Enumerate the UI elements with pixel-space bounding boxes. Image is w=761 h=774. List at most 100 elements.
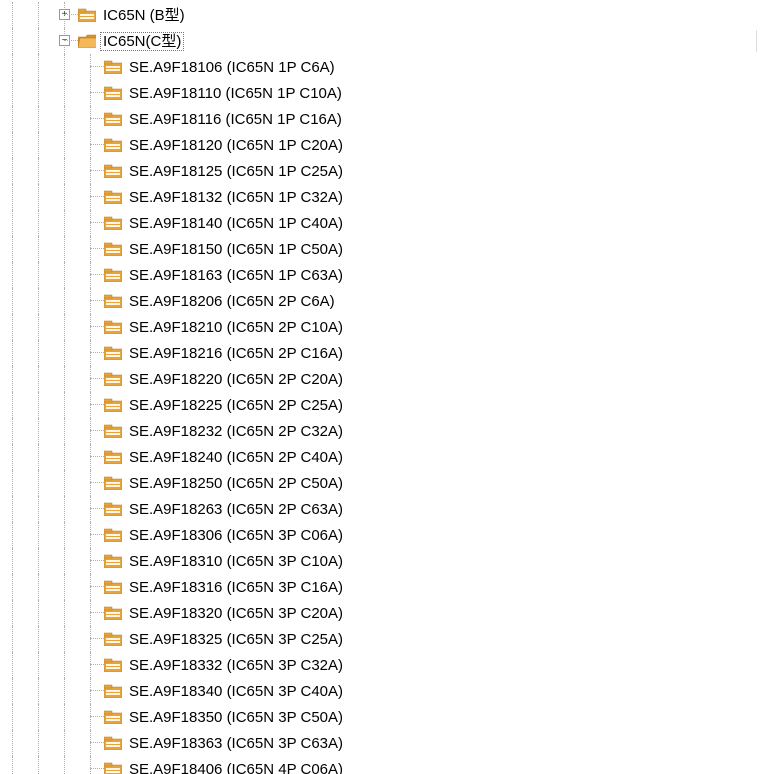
tree-connector	[0, 574, 26, 600]
folder-icon	[104, 216, 122, 230]
tree-node-label: SE.A9F18263 (IC65N 2P C63A)	[126, 500, 346, 519]
tree-connector	[78, 548, 104, 574]
folder-icon	[104, 476, 122, 490]
tree-node-item[interactable]: SE.A9F18240 (IC65N 2P C40A)	[0, 444, 761, 470]
tree-node-label: SE.A9F18116 (IC65N 1P C16A)	[126, 110, 345, 129]
expander-plus-icon[interactable]: +	[59, 9, 70, 20]
tree-connector	[0, 80, 26, 106]
tree-node-label: SE.A9F18216 (IC65N 2P C16A)	[126, 344, 346, 363]
tree-connector	[0, 2, 26, 28]
tree-connector	[26, 418, 52, 444]
tree-connector	[0, 236, 26, 262]
tree-connector	[52, 470, 78, 496]
tree-connector	[52, 522, 78, 548]
tree-connector	[52, 756, 78, 774]
tree-node-item[interactable]: SE.A9F18110 (IC65N 1P C10A)	[0, 80, 761, 106]
tree-connector	[26, 184, 52, 210]
tree-connector	[52, 548, 78, 574]
tree-connector	[52, 340, 78, 366]
tree-node-item[interactable]: SE.A9F18340 (IC65N 3P C40A)	[0, 678, 761, 704]
tree-node-item[interactable]: SE.A9F18210 (IC65N 2P C10A)	[0, 314, 761, 340]
tree-node-item[interactable]: SE.A9F18316 (IC65N 3P C16A)	[0, 574, 761, 600]
tree-node-label: SE.A9F18240 (IC65N 2P C40A)	[126, 448, 346, 467]
tree-connector	[78, 652, 104, 678]
tree-connector: −	[52, 28, 78, 54]
folder-icon	[104, 242, 122, 256]
tree-connector	[26, 340, 52, 366]
tree-node-label: SE.A9F18310 (IC65N 3P C10A)	[126, 552, 346, 571]
tree-connector	[78, 366, 104, 392]
tree-node-item[interactable]: SE.A9F18250 (IC65N 2P C50A)	[0, 470, 761, 496]
tree-node-item[interactable]: SE.A9F18140 (IC65N 1P C40A)	[0, 210, 761, 236]
tree-connector	[0, 470, 26, 496]
tree-node-item[interactable]: SE.A9F18320 (IC65N 3P C20A)	[0, 600, 761, 626]
folder-open-icon	[78, 34, 96, 48]
tree-node-item[interactable]: SE.A9F18406 (IC65N 4P C06A)	[0, 756, 761, 774]
tree-node-item[interactable]: SE.A9F18206 (IC65N 2P C6A)	[0, 288, 761, 314]
tree-node-item[interactable]: SE.A9F18225 (IC65N 2P C25A)	[0, 392, 761, 418]
tree-node-label: SE.A9F18363 (IC65N 3P C63A)	[126, 734, 346, 753]
folder-icon	[104, 398, 122, 412]
folder-icon	[104, 320, 122, 334]
tree-connector	[52, 366, 78, 392]
tree-node-label: SE.A9F18325 (IC65N 3P C25A)	[126, 630, 346, 649]
tree-node-c-type[interactable]: − IC65N(C型)	[0, 28, 761, 54]
tree-node-label: SE.A9F18106 (IC65N 1P C6A)	[126, 58, 338, 77]
expander-minus-icon[interactable]: −	[59, 35, 70, 46]
tree-node-item[interactable]: SE.A9F18310 (IC65N 3P C10A)	[0, 548, 761, 574]
tree-node-item[interactable]: SE.A9F18363 (IC65N 3P C63A)	[0, 730, 761, 756]
tree-node-label: SE.A9F18232 (IC65N 2P C32A)	[126, 422, 346, 441]
folder-icon	[104, 580, 122, 594]
tree-connector	[26, 392, 52, 418]
folder-icon	[104, 684, 122, 698]
tree-connector	[78, 132, 104, 158]
tree-connector	[0, 496, 26, 522]
tree-connector	[0, 652, 26, 678]
tree-node-item[interactable]: SE.A9F18120 (IC65N 1P C20A)	[0, 132, 761, 158]
tree-connector	[0, 730, 26, 756]
tree-connector	[26, 158, 52, 184]
tree-connector	[52, 600, 78, 626]
folder-icon	[104, 112, 122, 126]
folder-icon	[104, 294, 122, 308]
tree-connector	[0, 132, 26, 158]
tree-view[interactable]: + IC65N (B型) − IC65N(C型) SE.A9F18106 (IC	[0, 0, 761, 774]
tree-connector	[0, 626, 26, 652]
tree-node-item[interactable]: SE.A9F18332 (IC65N 3P C32A)	[0, 652, 761, 678]
tree-node-item[interactable]: SE.A9F18350 (IC65N 3P C50A)	[0, 704, 761, 730]
tree-connector	[26, 288, 52, 314]
tree-node-b-type[interactable]: + IC65N (B型)	[0, 2, 761, 28]
tree-node-item[interactable]: SE.A9F18220 (IC65N 2P C20A)	[0, 366, 761, 392]
tree-connector	[0, 106, 26, 132]
tree-node-item[interactable]: SE.A9F18132 (IC65N 1P C32A)	[0, 184, 761, 210]
folder-icon	[104, 372, 122, 386]
tree-connector	[0, 184, 26, 210]
tree-connector	[26, 470, 52, 496]
tree-connector	[78, 106, 104, 132]
tree-connector	[78, 54, 104, 80]
tree-node-item[interactable]: SE.A9F18163 (IC65N 1P C63A)	[0, 262, 761, 288]
tree-connector	[78, 522, 104, 548]
tree-connector	[26, 522, 52, 548]
tree-node-item[interactable]: SE.A9F18150 (IC65N 1P C50A)	[0, 236, 761, 262]
tree-connector	[26, 262, 52, 288]
tree-node-item[interactable]: SE.A9F18106 (IC65N 1P C6A)	[0, 54, 761, 80]
tree-connector	[52, 626, 78, 652]
tree-node-item[interactable]: SE.A9F18325 (IC65N 3P C25A)	[0, 626, 761, 652]
tree-node-label: SE.A9F18163 (IC65N 1P C63A)	[126, 266, 346, 285]
tree-node-label: SE.A9F18225 (IC65N 2P C25A)	[126, 396, 346, 415]
tree-node-item[interactable]: SE.A9F18125 (IC65N 1P C25A)	[0, 158, 761, 184]
tree-node-item[interactable]: SE.A9F18216 (IC65N 2P C16A)	[0, 340, 761, 366]
tree-node-item[interactable]: SE.A9F18116 (IC65N 1P C16A)	[0, 106, 761, 132]
tree-node-label: IC65N(C型)	[100, 32, 184, 51]
folder-icon	[104, 606, 122, 620]
tree-connector	[78, 236, 104, 262]
tree-connector	[0, 756, 26, 774]
tree-node-item[interactable]: SE.A9F18232 (IC65N 2P C32A)	[0, 418, 761, 444]
tree-node-item[interactable]: SE.A9F18306 (IC65N 3P C06A)	[0, 522, 761, 548]
tree-connector	[0, 704, 26, 730]
tree-node-item[interactable]: SE.A9F18263 (IC65N 2P C63A)	[0, 496, 761, 522]
tree-connector	[0, 158, 26, 184]
tree-connector	[52, 288, 78, 314]
tree-connector	[0, 288, 26, 314]
